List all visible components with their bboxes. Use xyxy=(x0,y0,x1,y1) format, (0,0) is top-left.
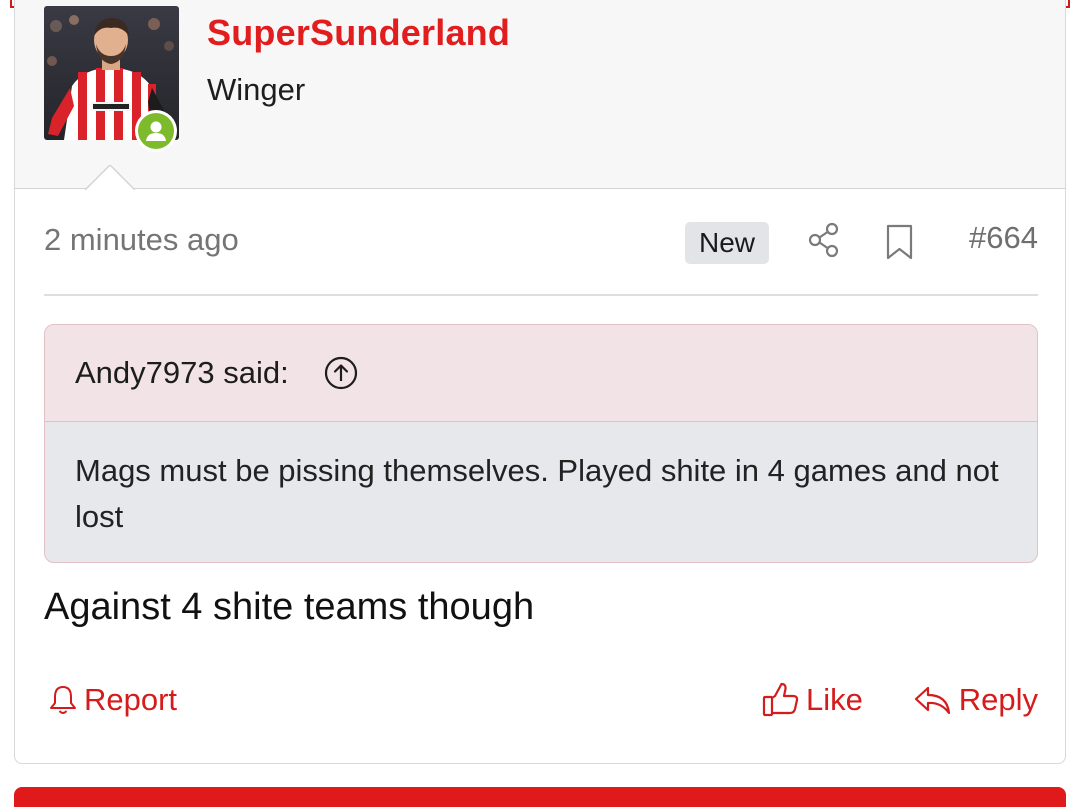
post-arrow-notch xyxy=(85,165,135,190)
post-number[interactable]: #664 xyxy=(969,220,1038,256)
post-body: Against 4 shite teams though xyxy=(44,586,535,628)
report-button[interactable]: Report xyxy=(48,676,177,724)
like-label: Like xyxy=(806,682,863,717)
reply-arrow-icon xyxy=(914,686,950,715)
bell-icon xyxy=(50,686,76,714)
post-user-header: SuperSunderland Winger xyxy=(15,0,1065,190)
report-label: Report xyxy=(84,682,178,717)
meta-divider xyxy=(44,294,1038,296)
post-card: SuperSunderland Winger 2 minutes ago New… xyxy=(14,0,1066,764)
reply-label: Reply xyxy=(958,682,1038,717)
quote-author[interactable]: Andy7973 said: xyxy=(75,355,289,391)
online-user-icon xyxy=(138,113,174,149)
quote-block: Andy7973 said: Mags must be pissing them… xyxy=(44,324,1038,563)
post-actions: Report Like Reply xyxy=(44,676,1038,726)
bookmark-icon[interactable] xyxy=(884,222,916,262)
post-username[interactable]: SuperSunderland xyxy=(207,12,510,54)
reply-button[interactable]: Reply xyxy=(913,676,1038,724)
arrow-up-circle-icon[interactable] xyxy=(324,356,358,390)
share-icon[interactable] xyxy=(806,220,842,260)
quote-header: Andy7973 said: xyxy=(45,325,1037,422)
post-meta-row: 2 minutes ago New #664 xyxy=(44,214,1038,270)
quote-text: Mags must be pissing themselves. Played … xyxy=(75,453,999,534)
user-title: Winger xyxy=(207,72,306,107)
post-timestamp[interactable]: 2 minutes ago xyxy=(44,222,239,258)
thumbs-up-icon xyxy=(762,682,799,717)
like-button[interactable]: Like xyxy=(762,676,863,724)
next-post-edge xyxy=(14,787,1066,807)
online-status-badge xyxy=(135,110,177,152)
new-badge: New xyxy=(685,222,769,264)
